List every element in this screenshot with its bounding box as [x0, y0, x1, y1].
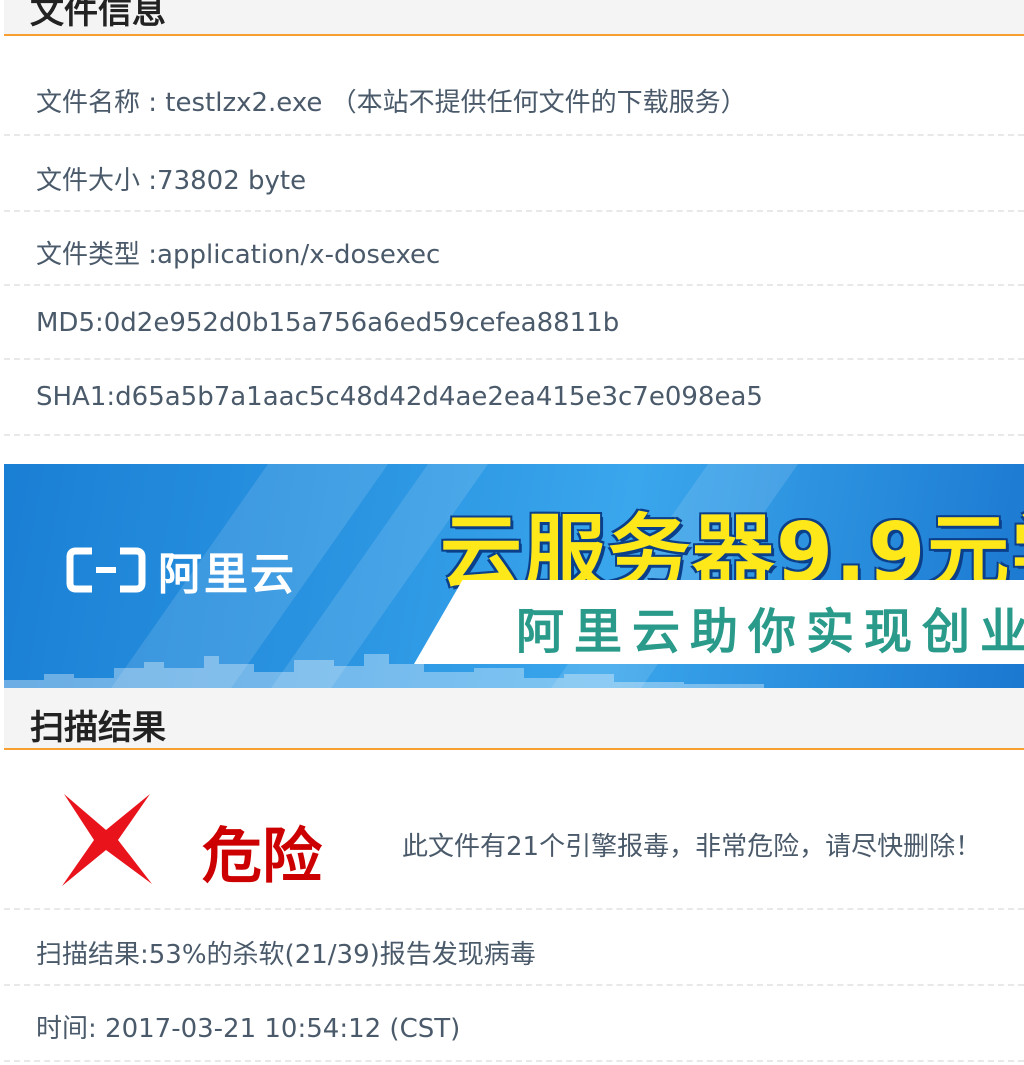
aliyun-logo: 阿里云	[66, 542, 296, 600]
file-name-row: 文件名称 : testlzx2.exe （本站不提供任何文件的下载服务）	[4, 64, 1024, 136]
scan-time-row: 时间: 2017-03-21 10:54:12 (CST)	[4, 986, 1024, 1062]
scan-summary-row: 扫描结果:53%的杀软(21/39)报告发现病毒	[4, 910, 1024, 986]
file-info-header: 文件信息	[4, 0, 1024, 36]
file-size-text: 文件大小 :73802 byte	[36, 166, 307, 196]
red-x-icon	[62, 794, 152, 886]
scan-verdict-row: 危险 此文件有21个引擎报毒，非常危险，请尽快删除！	[4, 752, 1024, 910]
aliyun-logo-text: 阿里云	[158, 549, 296, 600]
page: 文件信息 文件名称 : testlzx2.exe （本站不提供任何文件的下载服务…	[0, 0, 1024, 1065]
aliyun-banner[interactable]: 阿里云 云服务器9.9元学 阿里云助你实现创业	[4, 464, 1024, 688]
aliyun-logo-icon	[66, 547, 146, 593]
md5-row: MD5:0d2e952d0b15a756a6ed59cefea8811b	[4, 286, 1024, 360]
scan-time-text: 时间: 2017-03-21 10:54:12 (CST)	[36, 1014, 461, 1044]
city-skyline-graphic	[4, 654, 764, 688]
md5-text: MD5:0d2e952d0b15a756a6ed59cefea8811b	[36, 308, 620, 338]
sha1-text: SHA1:d65a5b7a1aac5c48d42d4ae2ea415e3c7e0…	[36, 382, 763, 412]
file-name-text: 文件名称 : testlzx2.exe （本站不提供任何文件的下载服务）	[36, 88, 747, 118]
file-size-row: 文件大小 :73802 byte	[4, 138, 1024, 212]
file-type-text: 文件类型 :application/x-dosexec	[36, 240, 441, 270]
file-type-row: 文件类型 :application/x-dosexec	[4, 212, 1024, 286]
scan-result-header: 扫描结果	[4, 688, 1024, 750]
verdict-label: 危险	[202, 822, 322, 892]
file-info-title: 文件信息	[30, 0, 166, 32]
verdict-message: 此文件有21个引擎报毒，非常危险，请尽快删除！	[402, 832, 982, 862]
sha1-row: SHA1:d65a5b7a1aac5c48d42d4ae2ea415e3c7e0…	[4, 360, 1024, 436]
scan-result-title: 扫描结果	[30, 708, 166, 748]
scan-summary-text: 扫描结果:53%的杀软(21/39)报告发现病毒	[36, 940, 536, 970]
